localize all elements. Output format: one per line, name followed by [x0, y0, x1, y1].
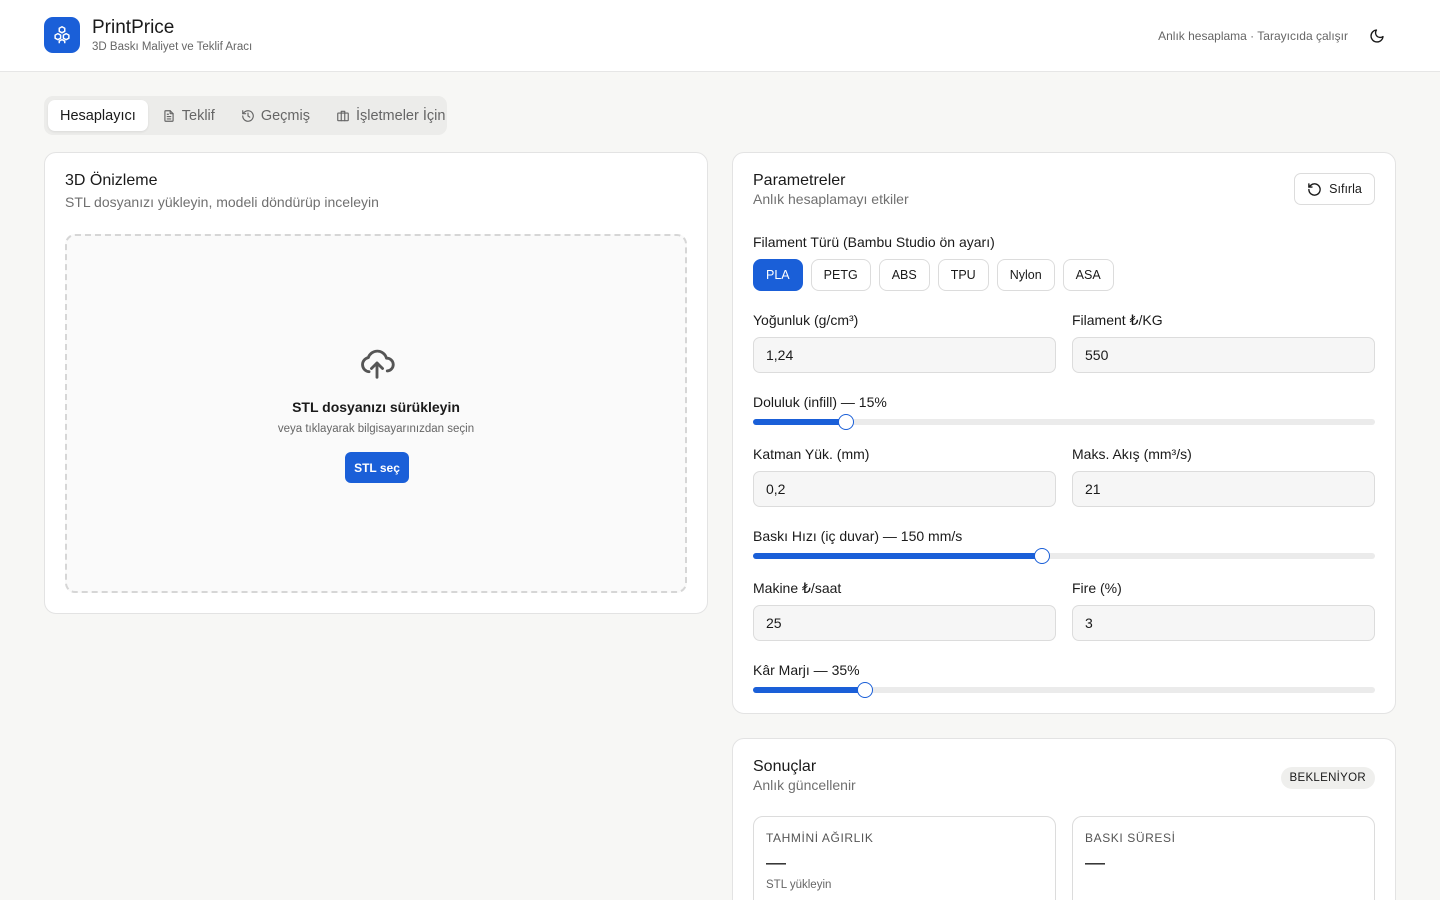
- cubes-icon: [44, 17, 80, 53]
- print-speed-label: Baskı Hızı (iç duvar) — 150 mm/s: [753, 528, 963, 544]
- print-speed-slider-fill: [753, 553, 1043, 559]
- header-status: Anlık hesaplama · Tarayıcıda çalışır: [1158, 29, 1348, 43]
- reset-button[interactable]: Sıfırla: [1294, 173, 1375, 205]
- tab-isletmeler[interactable]: İşletmeler İçin: [324, 100, 457, 131]
- weight-stat: TAHMİNİ AĞIRLIK — STL yükleyin: [753, 816, 1056, 900]
- filament-type-label: Filament Türü (Bambu Studio ön ayarı): [753, 234, 995, 250]
- infill-slider-fill: [753, 419, 847, 425]
- filament-chip-petg[interactable]: PETG: [810, 259, 871, 291]
- status-badge: BEKLENİYOR: [1280, 767, 1375, 789]
- preview-card: 3D Önizleme STL dosyanızı yükleyin, mode…: [44, 152, 708, 614]
- tab-label: Geçmiş: [260, 107, 310, 124]
- print-speed-slider[interactable]: [753, 548, 1375, 564]
- app-title: PrintPrice: [92, 17, 175, 38]
- layer-height-input[interactable]: 0,2: [753, 471, 1056, 507]
- density-label: Yoğunluk (g/cm³): [753, 312, 859, 328]
- preview-title: 3D Önizleme: [65, 172, 158, 189]
- select-stl-button[interactable]: STL seç: [345, 452, 409, 483]
- briefcase-icon: [337, 110, 349, 121]
- tab-label: Teklif: [181, 107, 215, 124]
- preview-subtitle: STL dosyanızı yükleyin, modeli döndürüp …: [65, 194, 379, 210]
- waste-label: Fire (%): [1072, 580, 1122, 596]
- filament-chip-abs[interactable]: ABS: [878, 259, 930, 291]
- filament-price-input[interactable]: 550: [1072, 337, 1375, 373]
- tab-label: Hesaplayıcı: [60, 107, 136, 124]
- parameters-card: Parametreler Anlık hesaplamayı etkiler S…: [732, 152, 1396, 714]
- tab-teklif[interactable]: Teklif: [150, 100, 227, 131]
- print-speed-slider-thumb[interactable]: [1034, 548, 1051, 564]
- filament-price-label: Filament ₺/KG: [1072, 312, 1163, 328]
- layer-height-label: Katman Yük. (mm): [753, 446, 870, 462]
- reset-icon: [1308, 182, 1321, 196]
- weight-stat-value: —: [766, 852, 786, 874]
- parameters-title: Parametreler: [753, 172, 846, 189]
- history-icon: [241, 109, 254, 122]
- main-tabs: Hesaplayıcı Teklif Geçmiş İşletmeler İçi…: [44, 96, 447, 135]
- print-time-stat: BASKI SÜRESİ —: [1072, 816, 1375, 900]
- moon-icon: [1370, 29, 1384, 43]
- dropzone-hint: veya tıklayarak bilgisayarınızdan seçin: [277, 423, 475, 435]
- app-subtitle: 3D Baskı Maliyet ve Teklif Aracı: [92, 41, 253, 53]
- stl-dropzone[interactable]: STL dosyanızı sürükleyin veya tıklayarak…: [65, 234, 687, 593]
- app-header: PrintPrice 3D Baskı Maliyet ve Teklif Ar…: [0, 0, 1440, 72]
- filament-chip-nylon[interactable]: Nylon: [996, 259, 1055, 291]
- cloud-upload-icon: [361, 349, 395, 379]
- infill-slider[interactable]: [753, 414, 1375, 430]
- weight-stat-hint: STL yükleyin: [766, 879, 832, 891]
- filament-chip-tpu[interactable]: TPU: [937, 259, 989, 291]
- profit-margin-slider-thumb[interactable]: [856, 682, 873, 698]
- max-flow-label: Maks. Akış (mm³/s): [1072, 446, 1192, 462]
- document-icon: [164, 109, 174, 122]
- results-subtitle: Anlık güncellenir: [753, 777, 856, 793]
- tab-gecmis[interactable]: Geçmiş: [229, 100, 322, 131]
- infill-slider-thumb[interactable]: [838, 414, 855, 430]
- max-flow-input[interactable]: 21: [1072, 471, 1375, 507]
- machine-cost-input[interactable]: 25: [753, 605, 1056, 641]
- tab-label: İşletmeler İçin: [355, 107, 446, 124]
- density-input[interactable]: 1,24: [753, 337, 1056, 373]
- results-title: Sonuçlar: [753, 758, 817, 775]
- dropzone-title: STL dosyanızı sürükleyin: [292, 399, 460, 415]
- infill-label: Doluluk (infill) — 15%: [753, 394, 887, 410]
- parameters-subtitle: Anlık hesaplamayı etkiler: [753, 191, 909, 207]
- profit-margin-label: Kâr Marjı — 35%: [753, 662, 860, 678]
- tab-hesaplayici[interactable]: Hesaplayıcı: [48, 100, 148, 131]
- results-card: Sonuçlar Anlık güncellenir BEKLENİYOR TA…: [732, 738, 1396, 900]
- print-time-stat-label: BASKI SÜRESİ: [1085, 831, 1176, 845]
- machine-cost-label: Makine ₺/saat: [753, 580, 842, 596]
- filament-chip-asa[interactable]: ASA: [1062, 259, 1114, 291]
- weight-stat-label: TAHMİNİ AĞIRLIK: [766, 831, 874, 845]
- filament-chip-pla[interactable]: PLA: [753, 259, 803, 291]
- filament-chips: PLA PETG ABS TPU Nylon ASA: [753, 259, 1114, 291]
- profit-margin-slider[interactable]: [753, 682, 1375, 698]
- theme-toggle-button[interactable]: [1366, 25, 1388, 47]
- profit-margin-slider-fill: [753, 687, 865, 693]
- waste-input[interactable]: 3: [1072, 605, 1375, 641]
- print-time-stat-value: —: [1085, 852, 1105, 874]
- reset-label: Sıfırla: [1329, 182, 1362, 196]
